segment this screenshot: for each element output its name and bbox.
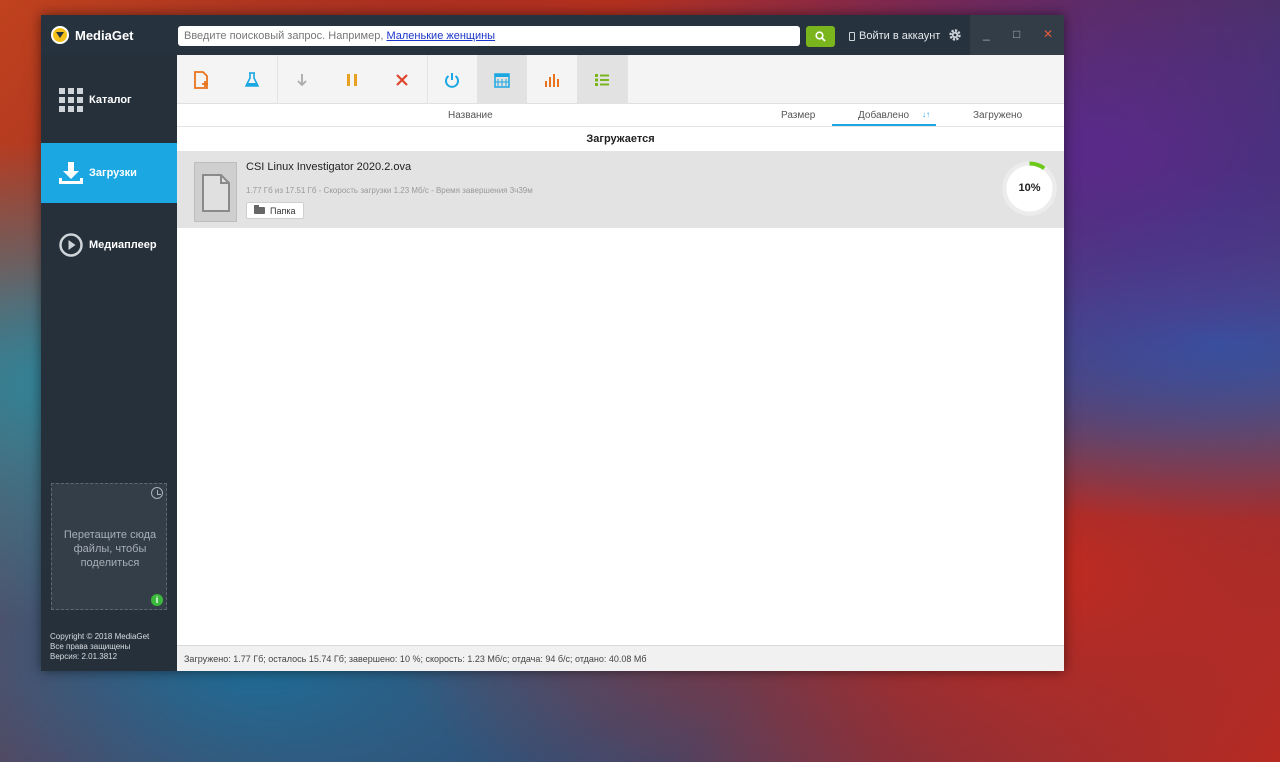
- search-input[interactable]: Введите поисковый запрос. Например, Мале…: [178, 26, 800, 46]
- sidebar-item-label: Каталог: [89, 94, 132, 106]
- column-added[interactable]: Добавлено: [858, 110, 909, 121]
- status-bar: Загружено: 1.77 Гб; осталось 15.74 Гб; з…: [177, 645, 1064, 671]
- progress-percent: 10%: [1018, 182, 1041, 194]
- dropzone-text: Перетащите сюда файлы, чтобы поделиться: [63, 529, 157, 569]
- folder-icon: [254, 205, 265, 214]
- play-icon: [59, 233, 83, 257]
- open-folder-button[interactable]: Папка: [246, 202, 304, 219]
- power-icon: [445, 72, 459, 88]
- delete-button[interactable]: [377, 55, 427, 104]
- sort-icon: ↓↑: [922, 110, 930, 119]
- mediaget-logo-icon: [51, 26, 69, 44]
- list-view-button[interactable]: [577, 55, 627, 104]
- copyright-text: Copyright © 2018 MediaGet: [50, 632, 150, 641]
- file-icon: [202, 174, 230, 212]
- app-name: MediaGet: [75, 27, 134, 43]
- download-stats: 1.77 Гб из 17.51 Гб - Скорость загрузки …: [246, 186, 533, 195]
- app-window: MediaGet Введите поисковый запрос. Напри…: [41, 15, 1064, 671]
- column-header: Название Размер Добавлено ↓↑ Загружено: [177, 105, 1064, 127]
- window-controls: _ □ ✕: [970, 15, 1064, 55]
- download-row[interactable]: CSI Linux Investigator 2020.2.ova 1.77 Г…: [177, 151, 1064, 228]
- sidebar-item-label: Загрузки: [89, 167, 137, 179]
- file-thumbnail: [194, 162, 237, 222]
- new-torrent-button[interactable]: [177, 55, 227, 104]
- progress-ring: 10%: [1000, 159, 1059, 218]
- group-title: Загружается: [586, 133, 655, 145]
- sidebar-item-downloads[interactable]: Загрузки: [41, 143, 177, 203]
- cancel-icon: [396, 73, 408, 86]
- search-button[interactable]: [806, 26, 835, 47]
- grid-icon: [59, 88, 83, 112]
- gear-icon[interactable]: [948, 28, 962, 42]
- download-icon: [59, 162, 83, 184]
- pause-button[interactable]: [327, 55, 377, 104]
- pause-icon: [347, 73, 357, 86]
- share-dropzone[interactable]: Перетащите сюда файлы, чтобы поделиться …: [51, 483, 167, 610]
- calendar-icon: [494, 72, 510, 88]
- search-example-link[interactable]: Маленькие женщины: [386, 30, 495, 42]
- search-placeholder: Введите поисковый запрос. Например,: [184, 30, 384, 42]
- list-icon: [595, 73, 609, 86]
- login-button[interactable]: Войти в аккаунт: [849, 30, 940, 42]
- sort-indicator: [832, 124, 936, 126]
- sidebar-item-label: Медиаплеер: [89, 239, 157, 251]
- maximize-button[interactable]: □: [1013, 27, 1020, 41]
- search-icon: [815, 31, 826, 42]
- sidebar: Каталог Загрузки Медиаплеер Перетащите с…: [41, 55, 177, 671]
- scheduler-button[interactable]: [477, 55, 527, 104]
- column-name[interactable]: Название: [448, 110, 493, 121]
- version-text: Версия: 2.01.3812: [50, 652, 118, 661]
- toolbar: [177, 55, 1064, 104]
- download-arrow-icon: [297, 73, 307, 86]
- copyright-block: Copyright © 2018 MediaGet Все права защи…: [50, 632, 149, 662]
- start-download-button[interactable]: [277, 55, 327, 104]
- info-icon[interactable]: i: [151, 594, 163, 606]
- rights-text: Все права защищены: [50, 642, 131, 651]
- folder-label: Папка: [270, 205, 296, 216]
- shutdown-button[interactable]: [427, 55, 477, 104]
- sidebar-item-catalog[interactable]: Каталог: [41, 70, 177, 130]
- statistics-button[interactable]: [527, 55, 577, 104]
- close-button[interactable]: ✕: [1043, 27, 1053, 41]
- test-button[interactable]: [227, 55, 277, 104]
- column-size[interactable]: Размер: [781, 110, 815, 121]
- phone-icon: [849, 31, 855, 41]
- sidebar-item-mediaplayer[interactable]: Медиаплеер: [41, 215, 177, 275]
- login-label: Войти в аккаунт: [859, 30, 941, 42]
- flask-icon: [245, 71, 259, 87]
- title-bar: MediaGet Введите поисковый запрос. Напри…: [41, 15, 1064, 55]
- new-torrent-icon: [194, 70, 208, 89]
- stats-icon: [545, 73, 559, 87]
- clock-icon: [151, 487, 163, 499]
- minimize-button[interactable]: _: [983, 27, 990, 41]
- column-downloaded[interactable]: Загружено: [973, 110, 1022, 121]
- app-logo: MediaGet: [51, 26, 134, 44]
- toolbar-separator: [627, 55, 628, 104]
- download-name: CSI Linux Investigator 2020.2.ova: [246, 161, 412, 173]
